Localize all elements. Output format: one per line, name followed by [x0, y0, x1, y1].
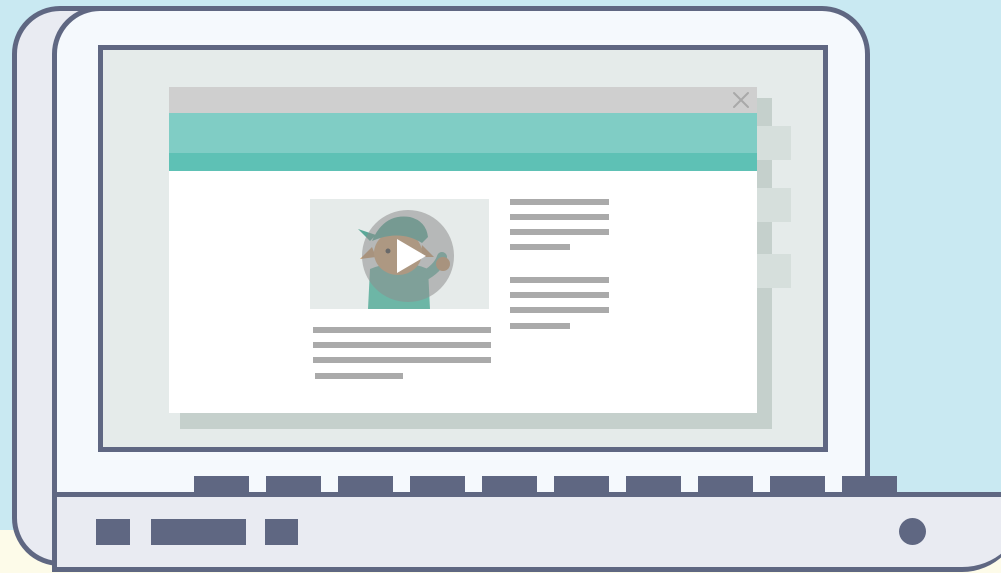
hdmi-port — [151, 519, 246, 545]
popup-banner-strip — [169, 153, 757, 171]
text-placeholder-line — [510, 323, 570, 329]
background-window-tab — [757, 188, 791, 222]
text-placeholder-line — [510, 244, 570, 250]
keyboard-key — [266, 476, 321, 493]
background-window-tab — [757, 254, 791, 288]
text-placeholder-line — [510, 307, 609, 313]
keyboard-key — [194, 476, 249, 493]
text-placeholder-line — [315, 373, 403, 379]
keyboard-key — [554, 476, 609, 493]
keyboard-key — [770, 476, 825, 493]
power-indicator — [899, 518, 926, 545]
usb-port — [96, 519, 130, 545]
keyboard-key — [482, 476, 537, 493]
text-placeholder-line — [313, 342, 491, 348]
close-icon[interactable] — [729, 87, 753, 113]
text-placeholder-line — [510, 229, 609, 235]
popup-header — [169, 87, 757, 113]
keyboard-key — [338, 476, 393, 493]
text-placeholder-line — [313, 357, 491, 363]
keyboard-key — [626, 476, 681, 493]
text-placeholder-line — [510, 277, 609, 283]
play-icon[interactable] — [310, 199, 489, 309]
keyboard-key — [842, 476, 897, 493]
text-placeholder-line — [510, 292, 609, 298]
text-placeholder-line — [510, 199, 609, 205]
video-thumbnail[interactable] — [310, 199, 489, 309]
keyboard-key — [698, 476, 753, 493]
popup-banner — [169, 113, 757, 153]
background-window-tab — [757, 126, 791, 160]
popup-window — [169, 87, 757, 413]
text-placeholder-line — [510, 214, 609, 220]
usb-port — [265, 519, 298, 545]
text-placeholder-line — [313, 327, 491, 333]
keyboard-key — [410, 476, 465, 493]
